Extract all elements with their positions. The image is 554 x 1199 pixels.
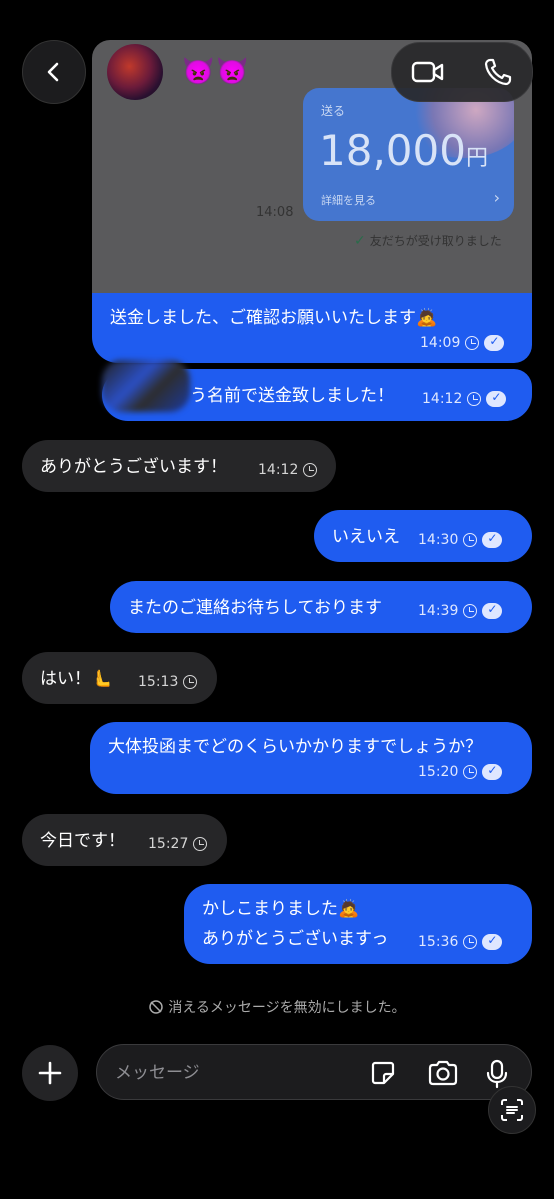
- clock-icon: [463, 604, 478, 618]
- transfer-status: ✓ 友だちが受け取りました: [354, 232, 502, 249]
- read-check-icon: [482, 933, 503, 950]
- read-check-icon: [482, 763, 503, 780]
- message-text: う名前で送金致しました！: [190, 386, 394, 406]
- message-bubble-outgoing[interactable]: 送金しました、ご確認お願いいたします🙇 14:09: [92, 293, 532, 363]
- message-time: 15:27: [148, 836, 189, 852]
- clock-icon: [303, 463, 318, 477]
- clock-icon: [467, 392, 482, 406]
- message-bubble-outgoing[interactable]: かしこまりました🙇 ありがとうございますっ 15:36: [184, 884, 532, 964]
- transfer-amount: 18,000円: [319, 126, 488, 175]
- message-text: ありがとうございます！: [40, 457, 227, 477]
- message-bubble-incoming[interactable]: はい！🫷 15:13: [22, 652, 217, 704]
- transfer-detail-link[interactable]: 詳細を見る: [321, 192, 376, 208]
- scan-text-icon: [501, 1099, 523, 1121]
- message-bubble-outgoing[interactable]: またのご連絡お待ちしております 14:39: [110, 581, 532, 633]
- checkmark-icon: ✓: [354, 232, 366, 249]
- message-time: 15:36: [418, 934, 459, 950]
- scan-text-button[interactable]: [488, 1086, 536, 1134]
- message-bubble-incoming[interactable]: ありがとうございます！ 14:12: [22, 440, 336, 492]
- read-check-icon: [482, 602, 503, 619]
- message-time: 14:30: [418, 532, 459, 548]
- transfer-card[interactable]: 送る 18,000円 詳細を見る ›: [303, 88, 514, 221]
- clock-icon: [463, 533, 478, 547]
- transfer-label: 送る: [321, 104, 346, 118]
- call-buttons: [391, 42, 533, 102]
- microphone-icon[interactable]: [485, 1059, 509, 1089]
- add-button[interactable]: [22, 1045, 78, 1101]
- video-camera-icon[interactable]: [411, 59, 445, 85]
- phone-icon[interactable]: [483, 57, 513, 87]
- message-bubble-outgoing[interactable]: 大体投函までどのくらいかかりますでしょうか？ 15:20: [90, 722, 532, 794]
- message-time: 14:12: [422, 391, 463, 407]
- message-text: 送金しました、ご確認お願いいたします🙇: [110, 308, 438, 328]
- transfer-time: 14:08: [256, 205, 294, 220]
- message-text: いえいえ: [332, 527, 400, 547]
- disappearing-messages-notice: 消えるメッセージを無効にしました。: [0, 997, 554, 1017]
- message-text: 大体投函までどのくらいかかりますでしょうか？: [108, 737, 483, 757]
- plus-icon: [38, 1061, 62, 1085]
- message-time: 14:12: [258, 462, 299, 478]
- clock-icon: [463, 765, 478, 779]
- message-text: はい！🫷: [40, 669, 113, 689]
- message-text: またのご連絡お待ちしております: [128, 598, 382, 618]
- message-composer: [96, 1044, 532, 1100]
- message-bubble-outgoing[interactable]: いえいえ 14:30: [314, 510, 532, 562]
- back-button[interactable]: [22, 40, 86, 104]
- message-time: 15:20: [418, 764, 459, 780]
- read-check-icon: [486, 390, 507, 407]
- camera-icon[interactable]: [427, 1059, 459, 1087]
- message-text: かしこまりました🙇: [202, 899, 360, 919]
- message-time: 14:39: [418, 603, 459, 619]
- message-text-line2: ありがとうございますっ: [202, 929, 389, 949]
- clock-icon: [465, 336, 480, 350]
- clock-icon: [463, 935, 478, 949]
- redacted-name: [102, 360, 190, 412]
- message-time: 15:13: [138, 674, 179, 690]
- timer-off-icon: [149, 1000, 164, 1014]
- avatar[interactable]: [107, 44, 163, 100]
- clock-icon: [193, 837, 208, 851]
- read-check-icon: [484, 334, 505, 351]
- message-input[interactable]: [113, 1057, 357, 1089]
- contact-name[interactable]: 👿👿: [182, 56, 251, 88]
- sticker-icon[interactable]: [369, 1059, 397, 1087]
- chevron-left-icon: [47, 62, 59, 82]
- message-text: 今日です！: [40, 831, 125, 851]
- read-check-icon: [482, 531, 503, 548]
- clock-icon: [183, 675, 198, 689]
- message-time: 14:09: [420, 335, 461, 351]
- chevron-right-icon: ›: [493, 188, 500, 207]
- message-bubble-incoming[interactable]: 今日です！ 15:27: [22, 814, 227, 866]
